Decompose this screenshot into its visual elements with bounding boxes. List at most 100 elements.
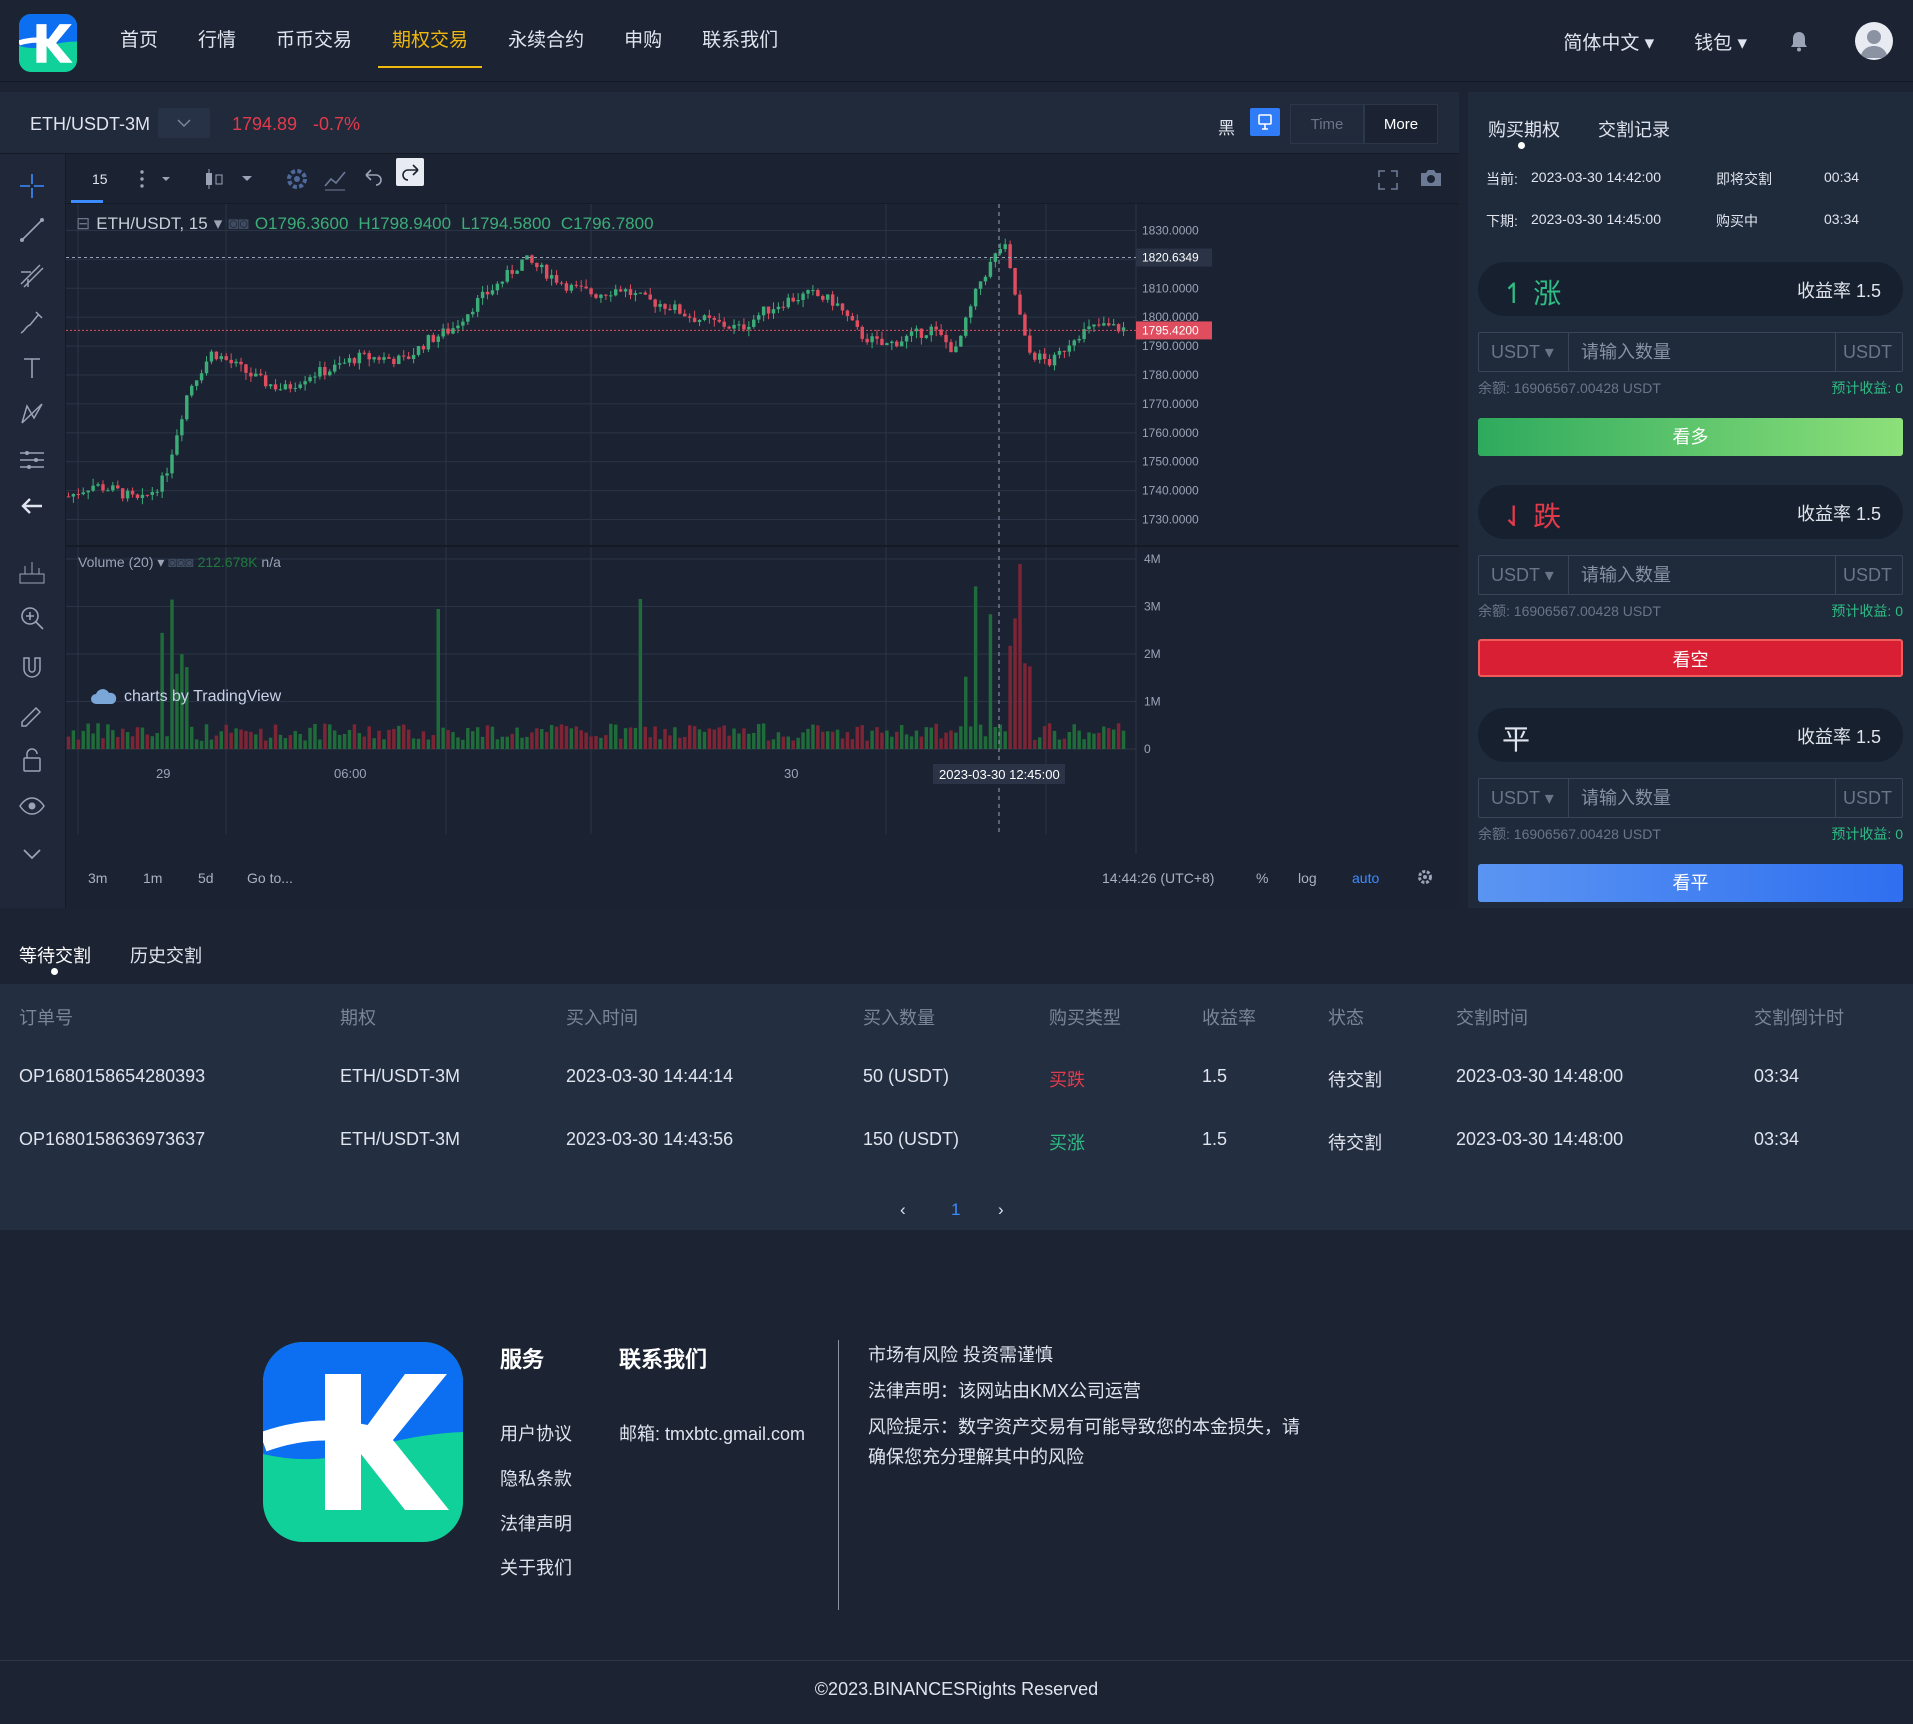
nav-item[interactable]: 期权交易 — [372, 0, 488, 82]
percent-toggle[interactable]: % — [1256, 870, 1268, 886]
volume-bar — [909, 736, 914, 749]
more-button[interactable]: More — [1364, 104, 1438, 144]
nav-item[interactable]: 永续合约 — [488, 0, 604, 82]
range-5d[interactable]: 5d — [198, 870, 214, 886]
avatar[interactable] — [1855, 22, 1893, 60]
language-dropdown[interactable]: 简体中文 ▾ — [1563, 28, 1654, 55]
contact-email[interactable]: 邮箱: tmxbtc.gmail.com — [619, 1420, 805, 1446]
volume-bar — [613, 724, 618, 749]
candle-body — [752, 319, 756, 327]
down-amount-input[interactable] — [1569, 556, 1836, 594]
tab-pending-delivery[interactable]: 等待交割 — [19, 942, 91, 968]
prev-page-button[interactable]: ‹ — [900, 1200, 906, 1220]
zoom-in-icon[interactable] — [16, 602, 48, 634]
gear-icon[interactable] — [284, 166, 310, 192]
volume-bar — [416, 738, 421, 749]
up-amount-input[interactable] — [1569, 333, 1836, 371]
tab-history-delivery[interactable]: 历史交割 — [130, 942, 202, 968]
volume-bar — [71, 730, 76, 749]
fullscreen-icon[interactable] — [1376, 168, 1400, 192]
legend-dropdown-icon[interactable]: ▾ — [214, 214, 223, 234]
redo-button[interactable] — [396, 158, 424, 186]
fib-icon[interactable] — [16, 260, 48, 292]
candlestick-chart[interactable]: 1830.00001820.00001810.00001800.00001790… — [66, 204, 1459, 854]
more-intervals-icon[interactable] — [134, 168, 174, 190]
candle-body — [268, 384, 273, 387]
currency-select[interactable]: USDT ▾ — [1479, 333, 1569, 371]
camera-icon[interactable] — [1418, 166, 1444, 190]
goto-date[interactable]: Go to... — [247, 870, 293, 886]
tradingview-watermark[interactable]: charts by TradingView — [90, 688, 281, 706]
buy-flat-button[interactable]: 看平 — [1478, 864, 1903, 902]
volume-bar — [288, 735, 293, 749]
eye-icon[interactable] — [16, 790, 48, 822]
theme-switch-button[interactable] — [1250, 108, 1280, 136]
trend-line-icon[interactable] — [16, 214, 48, 246]
volume-settings-icon[interactable]: ◙◙◙ — [168, 554, 193, 570]
symbol-selector[interactable] — [158, 108, 210, 138]
collapse-icon[interactable]: ⊟ — [76, 214, 90, 234]
flat-amount-input[interactable] — [1569, 779, 1836, 817]
candle-body — [367, 353, 371, 360]
page-number[interactable]: 1 — [951, 1200, 960, 1220]
candle-body — [194, 380, 199, 386]
chevron-down-icon[interactable] — [16, 838, 48, 870]
pattern-icon[interactable] — [16, 398, 48, 430]
time-button[interactable]: Time — [1290, 104, 1364, 144]
candle-body — [786, 297, 791, 308]
volume-bar — [1087, 732, 1091, 749]
volume-bar — [594, 736, 598, 749]
table-cell: 150 (USDT) — [863, 1129, 960, 1149]
nav-item[interactable]: 联系我们 — [682, 0, 798, 82]
volume-bar — [244, 731, 248, 749]
magnet-icon[interactable] — [16, 652, 48, 684]
legend-low: L1794.5800 — [461, 214, 551, 233]
nav-item[interactable]: 申购 — [604, 0, 682, 82]
range-3m[interactable]: 3m — [88, 870, 107, 886]
undo-icon[interactable] — [362, 166, 384, 188]
link-legal[interactable]: 法律声明 — [500, 1510, 572, 1536]
crosshair-icon[interactable] — [16, 170, 48, 202]
measure-icon[interactable] — [16, 556, 48, 588]
candle-body — [239, 361, 243, 365]
link-user-agreement[interactable]: 用户协议 — [500, 1420, 572, 1446]
volume-bar — [81, 730, 85, 749]
buy-up-button[interactable]: 看多 — [1478, 418, 1903, 456]
bell-icon[interactable] — [1787, 29, 1811, 53]
lock-icon[interactable] — [16, 744, 48, 776]
arrow-left-icon[interactable] — [16, 490, 48, 522]
range-1m[interactable]: 1m — [143, 870, 162, 886]
volume-bar — [683, 736, 687, 749]
nav-item[interactable]: 行情 — [178, 0, 256, 82]
wallet-dropdown[interactable]: 钱包 ▾ — [1694, 28, 1747, 55]
legend-settings-icon[interactable]: ◙◙ — [228, 214, 249, 234]
interval-button[interactable]: 15 — [92, 171, 108, 187]
volume-dropdown-icon[interactable]: ▾ — [157, 554, 164, 570]
currency-select[interactable]: USDT ▾ — [1479, 556, 1569, 594]
prediction-icon[interactable] — [16, 444, 48, 476]
nav-item[interactable]: 首页 — [100, 0, 178, 82]
nav-item[interactable]: 币币交易 — [256, 0, 372, 82]
auto-toggle[interactable]: auto — [1352, 870, 1379, 886]
chart-plot-area[interactable]: 1830.00001820.00001810.00001800.00001790… — [66, 204, 1459, 908]
theme-black-toggle[interactable]: 黑 — [1218, 114, 1235, 139]
tab-buy-option[interactable]: 购买期权 — [1488, 116, 1560, 142]
text-icon[interactable] — [16, 352, 48, 384]
log-toggle[interactable]: log — [1298, 870, 1317, 886]
volume-label: Volume (20) — [78, 554, 154, 570]
indicators-icon[interactable] — [322, 166, 348, 192]
link-about[interactable]: 关于我们 — [500, 1554, 572, 1580]
volume-bar — [510, 733, 514, 749]
next-page-button[interactable]: › — [998, 1200, 1004, 1220]
tab-delivery-records[interactable]: 交割记录 — [1598, 116, 1670, 142]
brush-icon[interactable] — [16, 306, 48, 338]
candle-type-icon[interactable] — [202, 166, 258, 192]
volume-bar — [150, 736, 155, 749]
balance-text: 余额: 16906567.00428 USDT — [1478, 380, 1661, 396]
buy-down-button[interactable]: 看空 — [1478, 639, 1903, 677]
currency-select[interactable]: USDT ▾ — [1479, 779, 1569, 817]
settings-gear-icon[interactable] — [1416, 868, 1434, 886]
kmx-logo[interactable] — [19, 14, 77, 72]
pencil-lock-icon[interactable] — [16, 698, 48, 730]
link-privacy[interactable]: 隐私条款 — [500, 1465, 572, 1491]
